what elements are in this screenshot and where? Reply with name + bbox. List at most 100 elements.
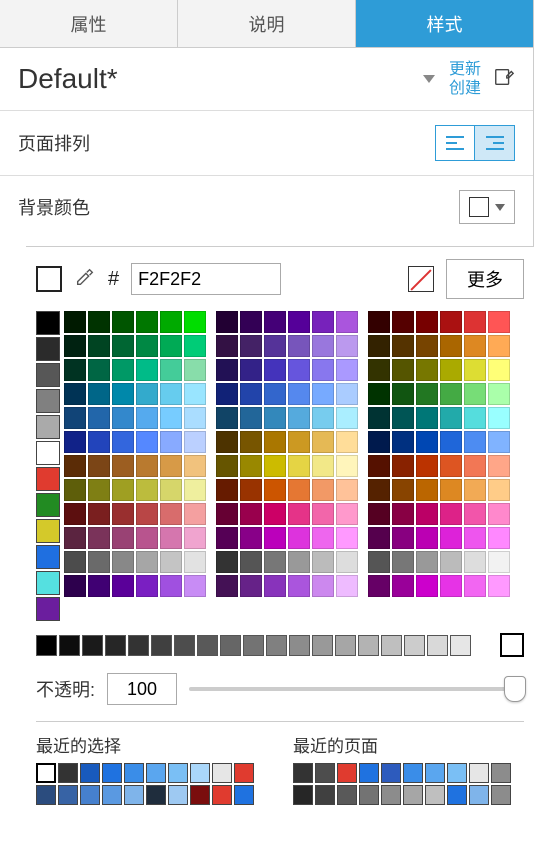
color-swatch[interactable] — [416, 359, 438, 381]
color-swatch[interactable] — [36, 597, 60, 621]
color-swatch[interactable] — [288, 407, 310, 429]
color-swatch[interactable] — [64, 311, 86, 333]
color-swatch[interactable] — [136, 527, 158, 549]
no-color-button[interactable] — [408, 266, 434, 292]
color-swatch[interactable] — [368, 479, 390, 501]
color-swatch[interactable] — [136, 431, 158, 453]
color-swatch[interactable] — [416, 335, 438, 357]
color-swatch[interactable] — [440, 527, 462, 549]
color-swatch[interactable] — [312, 503, 334, 525]
tab-properties[interactable]: 属性 — [0, 0, 178, 47]
color-swatch[interactable] — [416, 551, 438, 573]
color-swatch[interactable] — [36, 635, 57, 656]
color-swatch[interactable] — [425, 785, 445, 805]
color-swatch[interactable] — [464, 359, 486, 381]
color-swatch[interactable] — [80, 785, 100, 805]
slider-thumb[interactable] — [504, 676, 526, 702]
color-swatch[interactable] — [88, 503, 110, 525]
color-swatch[interactable] — [312, 335, 334, 357]
color-swatch[interactable] — [112, 503, 134, 525]
color-swatch[interactable] — [427, 635, 448, 656]
color-swatch[interactable] — [464, 383, 486, 405]
color-swatch[interactable] — [359, 785, 379, 805]
color-swatch[interactable] — [381, 785, 401, 805]
color-swatch[interactable] — [464, 311, 486, 333]
color-swatch[interactable] — [136, 503, 158, 525]
color-swatch[interactable] — [112, 551, 134, 573]
color-swatch[interactable] — [368, 575, 390, 597]
color-swatch[interactable] — [368, 551, 390, 573]
color-swatch[interactable] — [381, 763, 401, 783]
color-swatch[interactable] — [216, 407, 238, 429]
color-swatch[interactable] — [404, 635, 425, 656]
color-swatch[interactable] — [160, 575, 182, 597]
color-swatch[interactable] — [58, 785, 78, 805]
color-swatch[interactable] — [64, 527, 86, 549]
opacity-slider[interactable] — [189, 677, 524, 701]
color-swatch[interactable] — [488, 383, 510, 405]
color-swatch[interactable] — [124, 785, 144, 805]
color-swatch[interactable] — [336, 407, 358, 429]
color-swatch[interactable] — [184, 503, 206, 525]
color-swatch[interactable] — [368, 527, 390, 549]
color-swatch[interactable] — [88, 527, 110, 549]
color-swatch[interactable] — [416, 527, 438, 549]
color-swatch[interactable] — [36, 311, 60, 335]
color-swatch[interactable] — [184, 575, 206, 597]
color-swatch[interactable] — [151, 635, 172, 656]
align-left-button[interactable] — [435, 125, 475, 161]
color-swatch[interactable] — [288, 335, 310, 357]
color-swatch[interactable] — [112, 479, 134, 501]
color-swatch[interactable] — [240, 311, 262, 333]
color-swatch[interactable] — [64, 407, 86, 429]
color-swatch[interactable] — [488, 335, 510, 357]
color-swatch[interactable] — [82, 635, 103, 656]
color-swatch[interactable] — [403, 785, 423, 805]
color-swatch[interactable] — [136, 311, 158, 333]
color-swatch[interactable] — [403, 763, 423, 783]
color-swatch[interactable] — [416, 479, 438, 501]
color-swatch[interactable] — [392, 503, 414, 525]
color-swatch[interactable] — [425, 763, 445, 783]
color-swatch[interactable] — [440, 431, 462, 453]
color-swatch[interactable] — [368, 455, 390, 477]
color-swatch[interactable] — [184, 335, 206, 357]
color-swatch[interactable] — [469, 763, 489, 783]
color-swatch[interactable] — [264, 527, 286, 549]
color-swatch[interactable] — [64, 359, 86, 381]
color-swatch[interactable] — [312, 431, 334, 453]
color-swatch[interactable] — [392, 455, 414, 477]
color-swatch[interactable] — [336, 455, 358, 477]
color-swatch[interactable] — [136, 359, 158, 381]
color-swatch[interactable] — [216, 359, 238, 381]
color-swatch[interactable] — [312, 383, 334, 405]
color-swatch[interactable] — [36, 545, 60, 569]
color-swatch[interactable] — [160, 431, 182, 453]
color-swatch[interactable] — [136, 551, 158, 573]
color-swatch[interactable] — [336, 335, 358, 357]
color-swatch[interactable] — [240, 455, 262, 477]
color-swatch[interactable] — [160, 527, 182, 549]
color-swatch[interactable] — [315, 763, 335, 783]
color-swatch[interactable] — [312, 551, 334, 573]
color-swatch[interactable] — [288, 383, 310, 405]
color-swatch[interactable] — [312, 311, 334, 333]
color-swatch[interactable] — [440, 575, 462, 597]
color-swatch[interactable] — [112, 359, 134, 381]
color-swatch[interactable] — [240, 503, 262, 525]
color-swatch[interactable] — [112, 431, 134, 453]
color-swatch[interactable] — [88, 407, 110, 429]
color-swatch[interactable] — [136, 575, 158, 597]
color-swatch[interactable] — [136, 383, 158, 405]
color-swatch[interactable] — [491, 785, 511, 805]
color-swatch[interactable] — [336, 383, 358, 405]
color-swatch[interactable] — [146, 763, 166, 783]
color-swatch[interactable] — [36, 467, 60, 491]
color-swatch[interactable] — [212, 785, 232, 805]
color-swatch[interactable] — [447, 785, 467, 805]
color-swatch[interactable] — [315, 785, 335, 805]
color-swatch[interactable] — [264, 359, 286, 381]
color-swatch[interactable] — [392, 335, 414, 357]
color-swatch[interactable] — [368, 407, 390, 429]
color-swatch[interactable] — [440, 383, 462, 405]
